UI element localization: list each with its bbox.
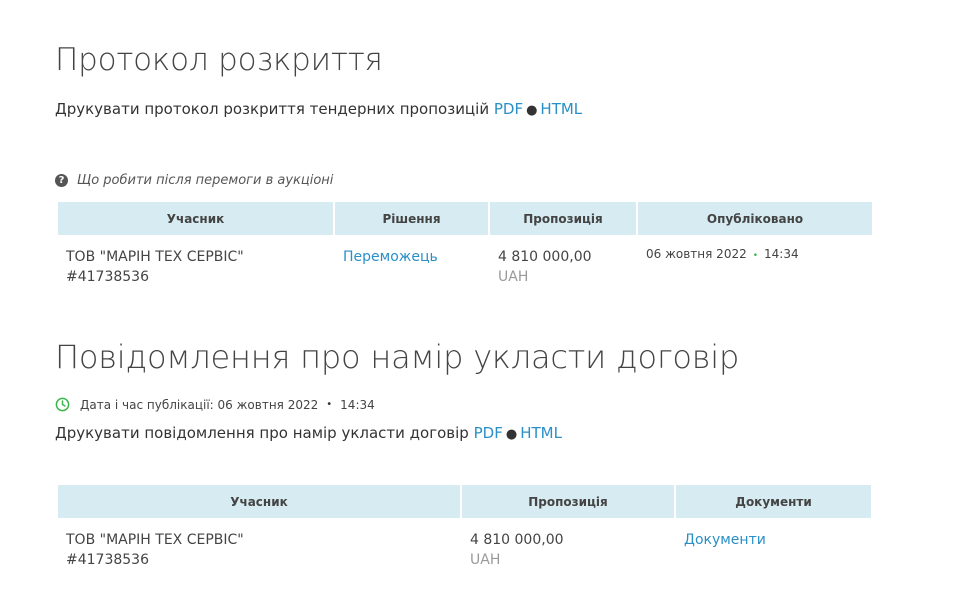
print-protocol-line: Друкувати протокол розкриття тендерних п… xyxy=(55,100,582,118)
offer-currency: UAH xyxy=(498,269,529,285)
documents-link[interactable]: Документи xyxy=(684,532,766,548)
publication-date-line: Дата і час публікації: 06 жовтня 2022 • 14… xyxy=(55,397,375,412)
participant-id: #41738536 xyxy=(66,552,149,568)
decision-cell: Переможець xyxy=(335,235,488,287)
column-header-participant: Учасник xyxy=(58,485,460,518)
publication-date-label: Дата і час публікації: 06 жовтня 2022 xyxy=(80,397,319,412)
participant-id: #41738536 xyxy=(66,269,149,285)
column-header-decision: Рішення xyxy=(335,202,488,235)
date-time-separator: • xyxy=(326,399,333,410)
column-header-offer: Пропозиція xyxy=(462,485,674,518)
documents-cell: Документи xyxy=(676,518,871,570)
offer-amount: 4 810 000,00 xyxy=(470,532,564,548)
column-header-offer: Пропозиція xyxy=(490,202,636,235)
intent-notice-title: Повідомлення про намір укласти договір xyxy=(55,338,740,376)
notice-html-link[interactable]: HTML xyxy=(520,424,562,442)
table-row: ТОВ "МАРІН ТЕХ СЕРВІС" #41738536 4 810 0… xyxy=(58,518,871,570)
question-circle-icon: ? xyxy=(55,174,68,187)
participant-name: ТОВ "МАРІН ТЕХ СЕРВІС" xyxy=(66,249,244,265)
bullet-separator: ● xyxy=(505,427,518,442)
intent-table-header: Учасник Пропозиція Документи xyxy=(58,485,871,518)
clock-icon xyxy=(55,397,70,412)
published-time: 14:34 xyxy=(764,247,799,261)
bids-table: Учасник Рішення Пропозиція Опубліковано … xyxy=(56,202,874,287)
auction-help-text[interactable]: Що робити після перемоги в аукціоні xyxy=(77,173,333,188)
print-protocol-text: Друкувати протокол розкриття тендерних п… xyxy=(55,100,490,118)
auction-help-link[interactable]: ? Що робити після перемоги в аукціоні xyxy=(55,173,333,188)
table-row: ТОВ "МАРІН ТЕХ СЕРВІС" #41738536 Перемож… xyxy=(58,235,872,287)
offer-cell: 4 810 000,00 UAH xyxy=(462,518,674,570)
disclosure-protocol-title: Протокол розкриття xyxy=(55,42,383,78)
offer-currency: UAH xyxy=(470,552,501,568)
print-notice-text: Друкувати повідомлення про намір укласти… xyxy=(55,424,469,442)
published-cell: 06 жовтня 2022 • 14:34 xyxy=(638,235,872,287)
winner-link[interactable]: Переможець xyxy=(343,249,438,265)
column-header-documents: Документи xyxy=(676,485,871,518)
publication-time: 14:34 xyxy=(340,397,375,412)
notice-pdf-link[interactable]: PDF xyxy=(474,424,503,442)
offer-amount: 4 810 000,00 xyxy=(498,249,592,265)
bids-table-header: Учасник Рішення Пропозиція Опубліковано xyxy=(58,202,872,235)
participant-cell: ТОВ "МАРІН ТЕХ СЕРВІС" #41738536 xyxy=(58,235,333,287)
intent-table: Учасник Пропозиція Документи ТОВ "МАРІН … xyxy=(56,485,873,570)
column-header-published: Опубліковано xyxy=(638,202,872,235)
print-notice-line: Друкувати повідомлення про намір укласти… xyxy=(55,424,562,442)
green-dot: • xyxy=(752,251,759,261)
bullet-separator: ● xyxy=(526,103,538,118)
published-date: 06 жовтня 2022 xyxy=(646,247,747,261)
protocol-pdf-link[interactable]: PDF xyxy=(494,100,523,118)
participant-name: ТОВ "МАРІН ТЕХ СЕРВІС" xyxy=(66,532,244,548)
offer-cell: 4 810 000,00 UAH xyxy=(490,235,636,287)
participant-cell: ТОВ "МАРІН ТЕХ СЕРВІС" #41738536 xyxy=(58,518,460,570)
column-header-participant: Учасник xyxy=(58,202,333,235)
protocol-html-link[interactable]: HTML xyxy=(540,100,582,118)
